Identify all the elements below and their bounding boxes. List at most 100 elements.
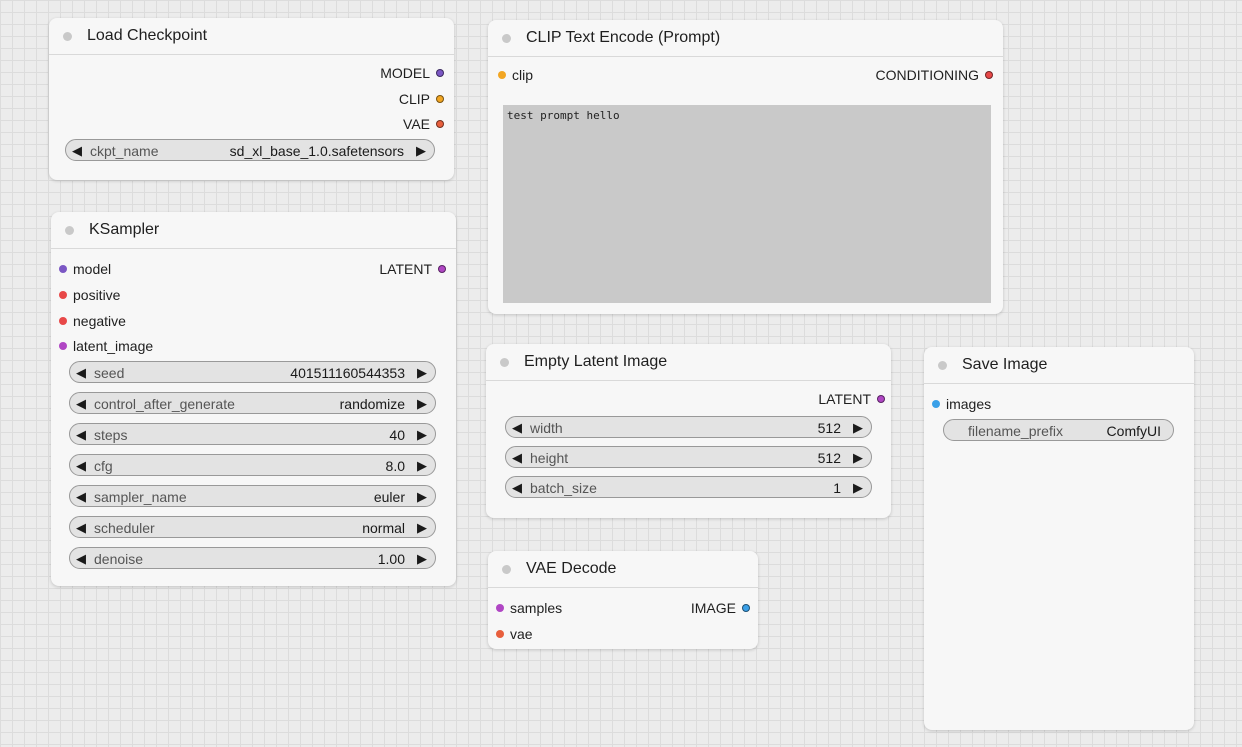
node-header[interactable]: Load Checkpoint <box>49 18 454 55</box>
model-slot-icon[interactable] <box>436 69 444 77</box>
right-arrow-icon[interactable]: ▶ <box>853 477 863 499</box>
output-model[interactable]: MODEL <box>380 64 444 82</box>
image-slot-icon[interactable] <box>932 400 940 408</box>
collapse-dot-icon[interactable] <box>938 361 947 370</box>
node-header[interactable]: Empty Latent Image <box>486 344 891 381</box>
right-arrow-icon[interactable]: ▶ <box>417 517 427 539</box>
left-arrow-icon[interactable]: ◀ <box>76 517 86 539</box>
left-arrow-icon[interactable]: ◀ <box>76 362 86 384</box>
node-title: Empty Latent Image <box>524 353 668 370</box>
denoise-widget[interactable]: ◀ denoise 1.00 ▶ <box>69 547 436 569</box>
widget-label: filename_prefix <box>968 423 1063 439</box>
vae-slot-icon[interactable] <box>436 120 444 128</box>
left-arrow-icon[interactable]: ◀ <box>76 548 86 570</box>
height-widget[interactable]: ◀ height 512 ▶ <box>505 446 872 468</box>
clip-slot-icon[interactable] <box>436 95 444 103</box>
left-arrow-icon[interactable]: ◀ <box>76 455 86 477</box>
left-arrow-icon[interactable]: ◀ <box>72 140 82 162</box>
widget-value: 512 <box>817 420 841 436</box>
right-arrow-icon[interactable]: ▶ <box>417 548 427 570</box>
collapse-dot-icon[interactable] <box>63 32 72 41</box>
image-slot-icon[interactable] <box>742 604 750 612</box>
positive-slot-icon[interactable] <box>59 291 67 299</box>
node-header[interactable]: Save Image <box>924 347 1194 384</box>
output-latent[interactable]: LATENT <box>379 260 446 278</box>
left-arrow-icon[interactable]: ◀ <box>512 477 522 499</box>
clip-slot-icon[interactable] <box>498 71 506 79</box>
load-checkpoint-node[interactable]: Load Checkpoint MODEL CLIP VAE ◀ ckpt_na… <box>49 18 454 180</box>
input-samples[interactable]: samples <box>496 599 562 617</box>
steps-widget[interactable]: ◀ steps 40 ▶ <box>69 423 436 445</box>
input-clip[interactable]: clip <box>498 66 533 84</box>
vae-slot-icon[interactable] <box>496 630 504 638</box>
sampler-name-widget[interactable]: ◀ sampler_name euler ▶ <box>69 485 436 507</box>
right-arrow-icon[interactable]: ▶ <box>416 140 426 162</box>
right-arrow-icon[interactable]: ▶ <box>417 393 427 415</box>
conditioning-slot-icon[interactable] <box>985 71 993 79</box>
left-arrow-icon[interactable]: ◀ <box>76 424 86 446</box>
node-header[interactable]: VAE Decode <box>488 551 758 588</box>
output-image[interactable]: IMAGE <box>691 599 750 617</box>
scheduler-widget[interactable]: ◀ scheduler normal ▶ <box>69 516 436 538</box>
output-clip[interactable]: CLIP <box>399 90 444 108</box>
filename-prefix-widget[interactable]: filename_prefix ComfyUI <box>943 419 1174 441</box>
latent-slot-icon[interactable] <box>877 395 885 403</box>
latent-slot-icon[interactable] <box>496 604 504 612</box>
widget-value: 40 <box>389 427 405 443</box>
right-arrow-icon[interactable]: ▶ <box>417 424 427 446</box>
widget-value: 1.00 <box>377 551 405 567</box>
input-latent-image[interactable]: latent_image <box>59 337 153 355</box>
collapse-dot-icon[interactable] <box>65 226 74 235</box>
right-arrow-icon[interactable]: ▶ <box>853 417 863 439</box>
output-latent[interactable]: LATENT <box>818 390 885 408</box>
seed-widget[interactable]: ◀ seed 401511160544353 ▶ <box>69 361 436 383</box>
right-arrow-icon[interactable]: ▶ <box>417 486 427 508</box>
output-conditioning[interactable]: CONDITIONING <box>876 66 993 84</box>
ckpt-name-combo[interactable]: ◀ ckpt_name sd_xl_base_1.0.safetensors ▶ <box>65 139 435 161</box>
input-positive[interactable]: positive <box>59 286 120 304</box>
width-widget[interactable]: ◀ width 512 ▶ <box>505 416 872 438</box>
ksampler-node[interactable]: KSampler model positive negative latent_… <box>51 212 456 586</box>
left-arrow-icon[interactable]: ◀ <box>512 417 522 439</box>
widget-label: steps <box>94 427 128 443</box>
save-image-node[interactable]: Save Image images filename_prefix ComfyU… <box>924 347 1194 730</box>
widget-value: sd_xl_base_1.0.safetensors <box>229 143 404 159</box>
left-arrow-icon[interactable]: ◀ <box>76 486 86 508</box>
node-title: Load Checkpoint <box>87 27 208 44</box>
batch-size-widget[interactable]: ◀ batch_size 1 ▶ <box>505 476 872 498</box>
node-title: Save Image <box>962 356 1048 373</box>
empty-latent-image-node[interactable]: Empty Latent Image LATENT ◀ width 512 ▶ … <box>486 344 891 518</box>
input-model[interactable]: model <box>59 260 111 278</box>
widget-value: euler <box>373 489 405 505</box>
right-arrow-icon[interactable]: ▶ <box>417 455 427 477</box>
widget-value: 1 <box>833 480 841 496</box>
latent-slot-icon[interactable] <box>59 342 67 350</box>
node-header[interactable]: KSampler <box>51 212 456 249</box>
node-header[interactable]: CLIP Text Encode (Prompt) <box>488 20 1003 57</box>
negative-slot-icon[interactable] <box>59 317 67 325</box>
right-arrow-icon[interactable]: ▶ <box>417 362 427 384</box>
vae-decode-node[interactable]: VAE Decode samples vae IMAGE <box>488 551 758 649</box>
node-title: CLIP Text Encode (Prompt) <box>526 29 721 46</box>
latent-slot-icon[interactable] <box>438 265 446 273</box>
input-negative[interactable]: negative <box>59 312 126 330</box>
widget-value: 401511160544353 <box>290 365 405 381</box>
control-after-generate-widget[interactable]: ◀ control_after_generate randomize ▶ <box>69 392 436 414</box>
widget-label: sampler_name <box>94 489 187 505</box>
clip-text-encode-node[interactable]: CLIP Text Encode (Prompt) clip CONDITION… <box>488 20 1003 314</box>
collapse-dot-icon[interactable] <box>502 34 511 43</box>
widget-value: randomize <box>339 396 405 412</box>
prompt-textarea[interactable]: test prompt hello <box>503 105 991 303</box>
left-arrow-icon[interactable]: ◀ <box>512 447 522 469</box>
right-arrow-icon[interactable]: ▶ <box>853 447 863 469</box>
input-vae[interactable]: vae <box>496 625 533 643</box>
collapse-dot-icon[interactable] <box>500 358 509 367</box>
left-arrow-icon[interactable]: ◀ <box>76 393 86 415</box>
model-slot-icon[interactable] <box>59 265 67 273</box>
output-vae[interactable]: VAE <box>403 115 444 133</box>
collapse-dot-icon[interactable] <box>502 565 511 574</box>
cfg-widget[interactable]: ◀ cfg 8.0 ▶ <box>69 454 436 476</box>
input-images[interactable]: images <box>932 395 991 413</box>
widget-label: ckpt_name <box>90 143 159 159</box>
widget-label: control_after_generate <box>94 396 235 412</box>
